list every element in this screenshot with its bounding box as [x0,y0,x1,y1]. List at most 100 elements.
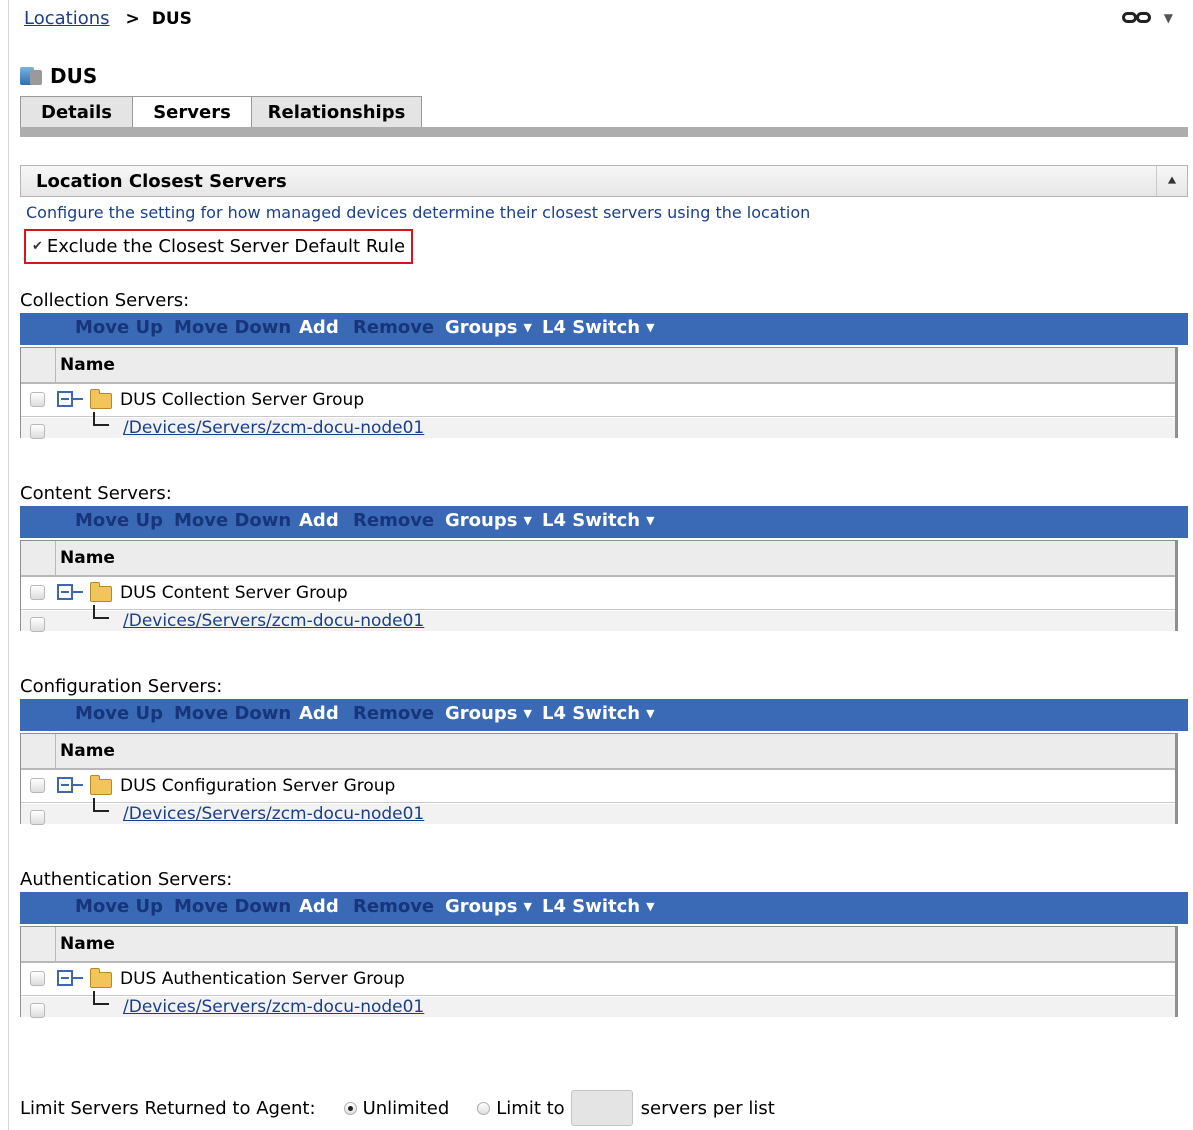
exclude-default-rule-label: Exclude the Closest Server Default Rule [46,236,406,257]
dropdown-caret-icon: ▼ [523,707,532,720]
section-header: Location Closest Servers ⯅ [20,165,1188,197]
device-link[interactable]: /Devices/Servers/zcm-docu-node01 [123,997,424,1017]
groups-label: Groups [445,510,518,531]
tree-connector [73,784,83,786]
remove-button[interactable]: Remove [353,896,434,917]
dropdown-caret-icon: ▼ [646,321,655,334]
tree-connector [73,977,83,979]
add-button[interactable]: Add [299,896,339,917]
table-row[interactable]: DUS Content Server Group [21,577,1175,610]
row-checkbox[interactable] [30,424,45,439]
server-toolbar: Move Up Move Down Add Remove Groups ▼ L4 … [20,313,1188,345]
l4-switch-menu[interactable]: L4 Switch ▼ [542,317,655,338]
group-name: DUS Configuration Server Group [120,776,396,796]
device-link[interactable]: /Devices/Servers/zcm-docu-node01 [123,804,424,824]
limit-count-input[interactable] [570,1090,633,1126]
location-icon [20,65,44,87]
dropdown-caret-icon: ▼ [646,514,655,527]
unlimited-radio[interactable] [343,1101,357,1115]
move-down-button[interactable]: Move Down [174,510,291,531]
table-row[interactable]: /Devices/Servers/zcm-docu-node01 [21,991,1175,1018]
device-link[interactable]: /Devices/Servers/zcm-docu-node01 [123,418,424,438]
move-down-button[interactable]: Move Down [174,317,291,338]
tree-elbow [93,798,109,812]
row-checkbox[interactable] [30,778,45,793]
page-title-text: DUS [50,64,98,88]
l4-switch-menu[interactable]: L4 Switch ▼ [542,510,655,531]
tree-expand-icon[interactable] [57,777,73,793]
tab-details[interactable]: Details [20,96,133,127]
move-up-button[interactable]: Move Up [75,510,163,531]
table-row[interactable]: /Devices/Servers/zcm-docu-node01 [21,798,1175,825]
breadcrumb-locations-link[interactable]: Locations [24,8,110,29]
exclude-default-rule-checkbox[interactable]: ✔ Exclude the Closest Server Default Rul… [24,229,413,264]
row-checkbox[interactable] [30,585,45,600]
l4-switch-label: L4 Switch [542,317,641,338]
table-header: Name [21,734,1175,770]
groups-menu[interactable]: Groups ▼ [445,703,532,724]
table-row[interactable]: DUS Authentication Server Group [21,963,1175,996]
header-select-cell [21,541,56,575]
link-icon[interactable] [1121,10,1156,26]
header-select-cell [21,927,56,961]
dropdown-caret-icon: ▼ [523,321,532,334]
remove-button[interactable]: Remove [353,317,434,338]
tree-expand-icon[interactable] [57,584,73,600]
limit-to-radio[interactable] [477,1101,491,1115]
table-header: Name [21,927,1175,963]
folder-icon [90,968,112,988]
dropdown-caret-icon: ▼ [646,707,655,720]
move-down-button[interactable]: Move Down [174,896,291,917]
groups-menu[interactable]: Groups ▼ [445,510,532,531]
tab-divider [20,127,1188,137]
page: Locations > DUS ▼ DUS Details Servers Re… [0,0,1193,1130]
move-up-button[interactable]: Move Up [75,317,163,338]
table-row[interactable]: /Devices/Servers/zcm-docu-node01 [21,605,1175,632]
table-row[interactable]: DUS Configuration Server Group [21,770,1175,803]
breadcrumb-current: DUS [151,8,192,29]
tab-relationships[interactable]: Relationships [251,96,422,127]
row-checkbox[interactable] [30,1003,45,1018]
move-down-button[interactable]: Move Down [174,703,291,724]
move-up-button[interactable]: Move Up [75,896,163,917]
tree-expand-icon[interactable] [57,970,73,986]
add-button[interactable]: Add [299,317,339,338]
page-title: DUS [20,64,97,88]
remove-button[interactable]: Remove [353,703,434,724]
column-header-name[interactable]: Name [60,934,115,954]
section-label: Content Servers: [20,483,172,504]
add-button[interactable]: Add [299,703,339,724]
row-checkbox[interactable] [30,392,45,407]
column-header-name[interactable]: Name [60,741,115,761]
table-row[interactable]: /Devices/Servers/zcm-docu-node01 [21,412,1175,439]
column-header-name[interactable]: Name [60,355,115,375]
row-checkbox[interactable] [30,971,45,986]
tree-expand-icon[interactable] [57,391,73,407]
add-button[interactable]: Add [299,510,339,531]
chevron-down-icon[interactable]: ▼ [1164,11,1173,25]
group-name: DUS Collection Server Group [120,390,365,410]
servers-table: Name DUS Content Server Group /Devices/S… [20,540,1178,632]
tab-servers[interactable]: Servers [132,96,252,127]
unlimited-label: Unlimited [362,1097,450,1119]
groups-menu[interactable]: Groups ▼ [445,896,532,917]
folder-icon [90,775,112,795]
l4-switch-label: L4 Switch [542,510,641,531]
table-row[interactable]: DUS Collection Server Group [21,384,1175,417]
remove-button[interactable]: Remove [353,510,434,531]
checkmark-icon: ✔ [32,239,43,254]
row-checkbox[interactable] [30,810,45,825]
l4-switch-menu[interactable]: L4 Switch ▼ [542,896,655,917]
groups-menu[interactable]: Groups ▼ [445,317,532,338]
breadcrumb: Locations > DUS [24,8,192,29]
l4-switch-menu[interactable]: L4 Switch ▼ [542,703,655,724]
dropdown-caret-icon: ▼ [523,900,532,913]
tree-elbow [93,605,109,619]
column-header-name[interactable]: Name [60,548,115,568]
collapse-icon[interactable]: ⯅ [1156,166,1187,196]
header-select-cell [21,734,56,768]
breadcrumb-separator: > [125,8,140,29]
move-up-button[interactable]: Move Up [75,703,163,724]
device-link[interactable]: /Devices/Servers/zcm-docu-node01 [123,611,424,631]
row-checkbox[interactable] [30,617,45,632]
